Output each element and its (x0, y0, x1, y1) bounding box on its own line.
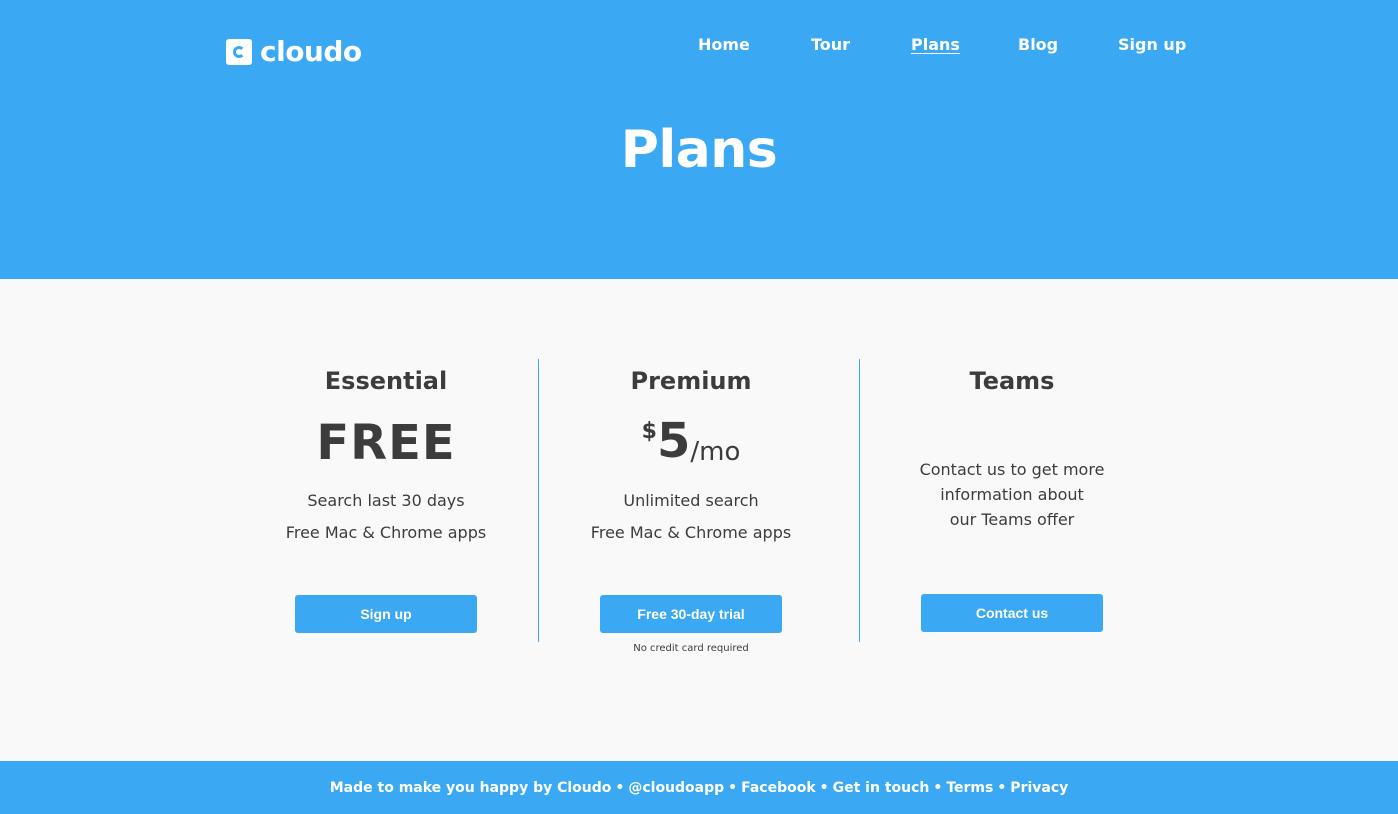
plan-name: Essential (324, 367, 448, 395)
logo[interactable]: cloudo (226, 38, 362, 66)
teams-info-line: our Teams offer (949, 510, 1075, 529)
footer-separator: • (819, 779, 829, 796)
nav-tour[interactable]: Tour (811, 35, 850, 54)
nav-sign-up[interactable]: Sign up (1118, 35, 1186, 54)
free-trial-button[interactable]: Free 30-day trial (600, 595, 782, 633)
footer-terms-link[interactable]: Terms (946, 780, 993, 796)
teams-info: Contact us to get more information about… (852, 457, 1172, 532)
footer-separator: • (728, 779, 738, 796)
page-title: Plans (620, 120, 778, 180)
teams-info-line: Contact us to get more (919, 460, 1105, 479)
nav-blog[interactable]: Blog (1018, 35, 1058, 54)
footer-facebook-link[interactable]: Facebook (741, 780, 816, 796)
footer-privacy-link[interactable]: Privacy (1010, 780, 1068, 796)
plan-name: Teams (969, 367, 1055, 395)
nav-plans[interactable]: Plans (911, 35, 960, 54)
no-credit-card-note: No credit card required (633, 643, 749, 654)
plan-feature: Free Mac & Chrome apps (590, 523, 792, 542)
nav-home[interactable]: Home (698, 35, 750, 54)
plan-feature: Search last 30 days (307, 491, 465, 510)
footer-made-by: Made to make you happy by Cloudo (329, 779, 612, 796)
site-footer: Made to make you happy by Cloudo • @clou… (0, 761, 1398, 814)
plans-section: Essential FREE Search last 30 days Free … (0, 279, 1398, 761)
footer-twitter-link[interactable]: @cloudoapp (628, 780, 724, 796)
contact-us-button[interactable]: Contact us (921, 594, 1103, 632)
footer-separator: • (997, 779, 1007, 796)
plan-price: FREE (316, 415, 456, 471)
teams-info-line: information about (940, 485, 1084, 504)
footer-contact-link[interactable]: Get in touch (833, 780, 930, 796)
plan-feature: Free Mac & Chrome apps (285, 523, 487, 542)
footer-separator: • (615, 779, 625, 796)
logo-text: cloudo (260, 35, 362, 68)
plan-price: $ 5 /mo (531, 415, 851, 467)
price-currency: $ (641, 419, 657, 444)
footer-separator: • (933, 779, 943, 796)
price-period: /mo (690, 437, 741, 467)
plan-name: Premium (630, 367, 752, 395)
site-header: cloudo Home Tour Plans Blog Sign up Plan… (0, 0, 1398, 279)
logo-icon (226, 39, 252, 65)
price-amount: 5 (656, 413, 691, 469)
plan-feature: Unlimited search (623, 491, 759, 510)
sign-up-button[interactable]: Sign up (295, 595, 477, 633)
